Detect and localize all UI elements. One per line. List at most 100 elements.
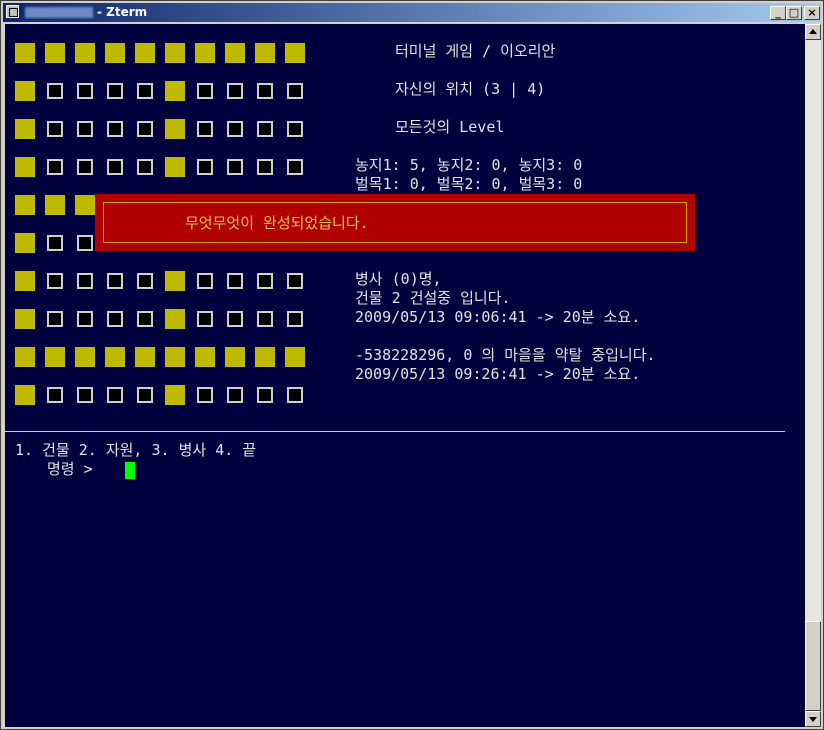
map-cell-filled — [15, 119, 35, 139]
map-cell-filled — [285, 347, 305, 367]
map-cell-empty — [77, 387, 93, 403]
notification-popup: 무엇무엇이 완성되었습니다. — [95, 194, 695, 251]
arrow-down-icon — [809, 717, 817, 722]
zterm-window: - Zterm _ □ × 터미널 게임 / 이오리안 자신의 위치 (3 | … — [0, 0, 824, 730]
attack-text: -538228296, 0 의 마을을 약탈 중입니다. — [355, 346, 656, 364]
map-cell-empty — [137, 159, 153, 175]
map-cell-empty — [257, 311, 273, 327]
map-cell-empty — [137, 121, 153, 137]
map-cell-empty — [137, 273, 153, 289]
map-cell-empty — [287, 311, 303, 327]
command-prompt: 명령 > — [47, 460, 93, 478]
minimize-button[interactable]: _ — [770, 6, 786, 20]
map-cell-filled — [15, 195, 35, 215]
scroll-down-button[interactable] — [805, 711, 821, 727]
map-cell-filled — [165, 347, 185, 367]
map-cell-filled — [165, 43, 185, 63]
map-cell-empty — [107, 273, 123, 289]
map-cell-filled — [165, 271, 185, 291]
map-cell-empty — [137, 83, 153, 99]
map-cell-empty — [137, 311, 153, 327]
farm-text: 농지1: 5, 농지2: 0, 농지3: 0 — [355, 156, 583, 174]
map-cell-empty — [107, 121, 123, 137]
map-cell-empty — [107, 83, 123, 99]
map-cell-empty — [47, 311, 63, 327]
title-bar[interactable]: - Zterm _ □ × — [3, 3, 821, 22]
attack-time-text: 2009/05/13 09:26:41 -> 20분 소요. — [355, 365, 641, 383]
map-cell-empty — [287, 121, 303, 137]
map-cell-filled — [75, 195, 95, 215]
map-cell-filled — [75, 43, 95, 63]
menu-options: 1. 건물 2. 자원, 3. 병사 4. 끝 — [15, 441, 257, 459]
map-cell-filled — [15, 271, 35, 291]
map-cell-filled — [165, 309, 185, 329]
map-cell-empty — [77, 159, 93, 175]
map-cell-empty — [47, 235, 63, 251]
text-cursor[interactable] — [125, 462, 135, 479]
app-icon[interactable] — [6, 5, 19, 18]
map-cell-filled — [15, 309, 35, 329]
map-cell-empty — [287, 273, 303, 289]
map-cell-empty — [107, 159, 123, 175]
map-cell-filled — [165, 81, 185, 101]
maximize-button[interactable]: □ — [786, 6, 802, 20]
map-cell-empty — [47, 121, 63, 137]
map-cell-empty — [77, 83, 93, 99]
position-text: 자신의 위치 (3 | 4) — [395, 80, 546, 98]
map-cell-empty — [77, 311, 93, 327]
map-cell-empty — [107, 387, 123, 403]
map-cell-empty — [197, 121, 213, 137]
map-cell-filled — [195, 347, 215, 367]
map-cell-filled — [15, 43, 35, 63]
map-cell-filled — [15, 157, 35, 177]
map-cell-filled — [225, 43, 245, 63]
map-cell-filled — [195, 43, 215, 63]
map-cell-empty — [227, 273, 243, 289]
soldiers-text: 병사 (0)명, — [355, 270, 442, 288]
map-cell-empty — [257, 83, 273, 99]
map-cell-filled — [165, 385, 185, 405]
map-cell-empty — [197, 387, 213, 403]
map-cell-empty — [257, 121, 273, 137]
map-cell-filled — [285, 43, 305, 63]
map-cell-empty — [257, 159, 273, 175]
map-cell-empty — [107, 311, 123, 327]
arrow-up-icon — [809, 29, 817, 34]
map-cell-empty — [77, 235, 93, 251]
map-cell-empty — [197, 273, 213, 289]
map-cell-empty — [137, 387, 153, 403]
vertical-scrollbar[interactable] — [805, 24, 821, 727]
scroll-thumb[interactable] — [805, 621, 821, 711]
map-cell-filled — [15, 347, 35, 367]
map-cell-empty — [197, 311, 213, 327]
map-cell-filled — [15, 385, 35, 405]
map-cell-filled — [105, 347, 125, 367]
map-cell-empty — [287, 83, 303, 99]
map-cell-empty — [227, 159, 243, 175]
map-cell-filled — [165, 119, 185, 139]
map-cell-empty — [287, 387, 303, 403]
building-time-text: 2009/05/13 09:06:41 -> 20분 소요. — [355, 308, 641, 326]
map-cell-filled — [45, 347, 65, 367]
map-cell-filled — [15, 233, 35, 253]
map-cell-filled — [45, 195, 65, 215]
map-cell-empty — [47, 159, 63, 175]
map-cell-empty — [227, 387, 243, 403]
map-cell-empty — [47, 83, 63, 99]
building-text: 건물 2 건설중 입니다. — [355, 289, 511, 307]
map-cell-empty — [47, 387, 63, 403]
map-cell-empty — [227, 311, 243, 327]
map-cell-filled — [225, 347, 245, 367]
redacted-host — [25, 7, 93, 18]
map-cell-filled — [135, 43, 155, 63]
map-cell-filled — [135, 347, 155, 367]
scroll-up-button[interactable] — [805, 24, 821, 40]
close-button[interactable]: × — [804, 6, 820, 20]
map-cell-empty — [197, 83, 213, 99]
map-cell-filled — [15, 81, 35, 101]
map-cell-filled — [75, 347, 95, 367]
terminal-screen[interactable]: 터미널 게임 / 이오리안 자신의 위치 (3 | 4) 모든것의 Level … — [5, 24, 805, 727]
map-cell-filled — [105, 43, 125, 63]
map-cell-empty — [47, 273, 63, 289]
map-cell-empty — [227, 83, 243, 99]
